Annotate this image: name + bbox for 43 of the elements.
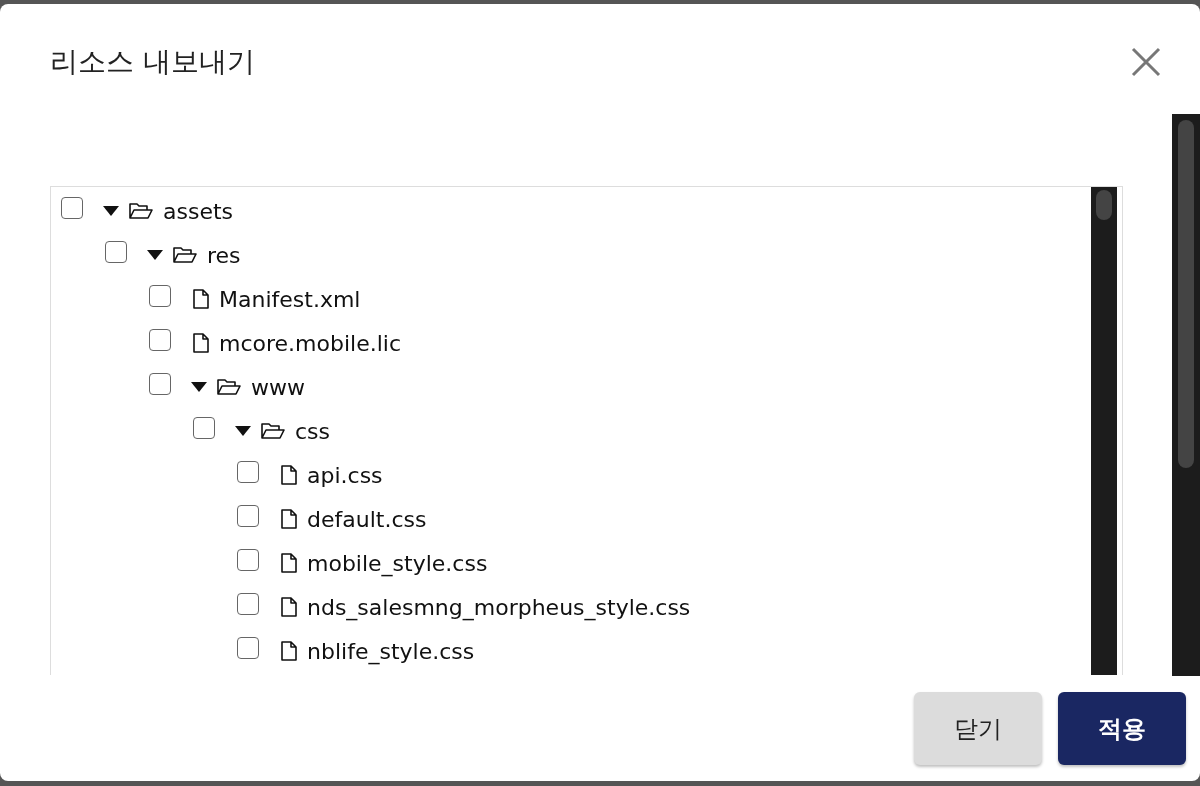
tree-item[interactable]: assets	[163, 198, 234, 224]
file-icon	[193, 333, 209, 353]
tree-item[interactable]: Manifest.xml	[219, 286, 361, 312]
checkbox[interactable]	[61, 197, 83, 219]
folder-icon	[129, 202, 153, 220]
scrollbar[interactable]	[1091, 187, 1117, 675]
checkbox[interactable]	[149, 285, 171, 307]
tree-item[interactable]: mobile_style.css	[307, 550, 488, 576]
checkbox[interactable]	[237, 637, 259, 659]
checkbox[interactable]	[149, 373, 171, 395]
close-button[interactable]: 닫기	[914, 692, 1042, 765]
folder-icon	[173, 246, 197, 264]
checkbox[interactable]	[237, 505, 259, 527]
checkbox[interactable]	[105, 241, 127, 263]
tree-item[interactable]: www	[251, 374, 305, 400]
apply-button[interactable]: 적용	[1058, 692, 1186, 765]
file-icon	[281, 465, 297, 485]
close-icon[interactable]	[1130, 46, 1162, 78]
checkbox[interactable]	[237, 461, 259, 483]
file-icon	[281, 553, 297, 573]
caret-icon[interactable]	[235, 425, 251, 437]
file-icon	[193, 289, 209, 309]
tree-item[interactable]: mcore.mobile.lic	[219, 330, 401, 356]
folder-icon	[217, 378, 241, 396]
checkbox[interactable]	[149, 329, 171, 351]
checkbox[interactable]	[193, 417, 215, 439]
scrollbar[interactable]	[1172, 114, 1200, 676]
tree-item[interactable]: nds_salesmng_morpheus_style.css	[307, 594, 691, 620]
checkbox[interactable]	[237, 593, 259, 615]
tree-item[interactable]: css	[295, 418, 331, 444]
tree-item[interactable]: res	[207, 242, 241, 268]
tree-item[interactable]: api.css	[307, 462, 383, 488]
caret-icon[interactable]	[103, 205, 119, 217]
checkbox[interactable]	[237, 549, 259, 571]
file-icon	[281, 641, 297, 661]
tree-item[interactable]: nblife_style.css	[307, 638, 475, 664]
tree-item[interactable]: default.css	[307, 506, 427, 532]
caret-icon[interactable]	[147, 249, 163, 261]
file-icon	[281, 597, 297, 617]
caret-icon[interactable]	[191, 381, 207, 393]
file-icon	[281, 509, 297, 529]
dialog-title: 리소스 내보내기	[50, 44, 255, 80]
folder-icon	[261, 422, 285, 440]
